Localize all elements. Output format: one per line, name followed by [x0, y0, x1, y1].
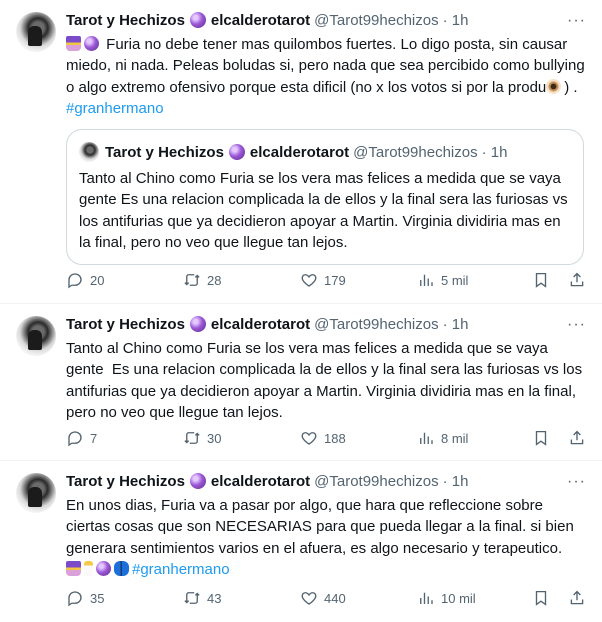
author-name[interactable]: Tarot y Hechizos: [66, 316, 185, 333]
like-count: 179: [324, 272, 346, 288]
crystal-ball-icon: [228, 144, 245, 161]
crystal-ball-icon: [189, 316, 206, 332]
more-options-icon[interactable]: ···: [567, 316, 586, 334]
timestamp[interactable]: · 1h: [443, 12, 469, 29]
author-name[interactable]: Tarot y Hechizos: [66, 12, 185, 29]
repost-button[interactable]: 43: [183, 589, 300, 607]
quoted-timestamp: · 1h: [481, 143, 508, 161]
bookmark-icon[interactable]: [532, 589, 550, 607]
tweet-actions: 20 28 179 5 mil: [66, 270, 586, 290]
reply-icon: [66, 429, 84, 447]
author-handle[interactable]: @Tarot99hechizos: [314, 316, 438, 333]
reply-count: 7: [90, 430, 98, 446]
author-display-name[interactable]: elcalderotarot: [211, 473, 310, 490]
share-icon[interactable]: [568, 271, 586, 289]
avatar[interactable]: [16, 12, 56, 52]
wizard-emoji-icon: [66, 36, 81, 51]
tweet-header: Tarot y Hechizos elcalderotarot @Tarot99…: [66, 471, 586, 491]
like-button[interactable]: 188: [300, 429, 417, 447]
like-button[interactable]: 440: [300, 589, 417, 607]
repost-icon: [183, 429, 201, 447]
wizard-emoji-icon: [66, 560, 81, 576]
reply-icon: [66, 589, 84, 607]
author-display-name[interactable]: elcalderotarot: [211, 12, 310, 29]
reply-icon: [66, 271, 84, 289]
tweet-text: Tanto al Chino como Furia se los vera ma…: [66, 340, 587, 421]
avatar[interactable]: [16, 316, 56, 356]
tweet-text-tail: ) .: [564, 78, 582, 96]
tweet-text-body: Furia no debe tener mas quilombos fuerte…: [66, 36, 589, 96]
crystal-ball-icon: [189, 473, 206, 489]
eye-emoji-icon: [546, 78, 562, 94]
quoted-tweet[interactable]: Tarot y Hechizos elcalderotarot @Tarot99…: [66, 129, 584, 266]
share-icon[interactable]: [568, 589, 586, 607]
views-button[interactable]: 5 mil: [417, 271, 513, 289]
views-count: 8 mil: [441, 430, 469, 446]
tweet-actions: 7 30 188 8 mil: [66, 428, 586, 448]
views-count: 10 mil: [441, 590, 476, 606]
repost-count: 28: [207, 272, 222, 288]
heart-icon: [300, 589, 318, 607]
like-button[interactable]: 179: [300, 271, 417, 289]
quoted-avatar: [79, 142, 99, 163]
tweet-text: Furia no debe tener mas quilombos fuerte…: [66, 34, 586, 119]
views-chart-icon: [417, 429, 435, 447]
tweet-header: Tarot y Hechizos elcalderotarot @Tarot99…: [66, 314, 586, 334]
author-handle[interactable]: @Tarot99hechizos: [314, 12, 438, 29]
heart-icon: [300, 271, 318, 289]
hashtag-link[interactable]: #granhermano: [132, 561, 230, 578]
author-display-name[interactable]: elcalderotarot: [211, 316, 310, 333]
crystal-ball-emoji-icon: [96, 560, 111, 576]
candle-emoji-icon: [84, 560, 93, 576]
reply-button[interactable]: 35: [66, 589, 183, 607]
more-options-icon[interactable]: ···: [567, 12, 586, 30]
more-options-icon[interactable]: ···: [567, 473, 586, 491]
avatar[interactable]: [16, 473, 56, 513]
reply-button[interactable]: 20: [66, 271, 183, 289]
views-button[interactable]: 10 mil: [417, 589, 513, 607]
bookmark-icon[interactable]: [532, 271, 550, 289]
views-chart-icon: [417, 271, 435, 289]
author-name[interactable]: Tarot y Hechizos: [66, 473, 185, 490]
quoted-author-handle: @Tarot99hechizos: [353, 143, 478, 161]
like-count: 188: [324, 430, 346, 446]
crystal-ball-icon: [189, 12, 206, 28]
quoted-tweet-text: Tanto al Chino como Furia se los vera ma…: [79, 170, 568, 252]
like-count: 440: [324, 590, 346, 606]
timestamp[interactable]: · 1h: [443, 316, 469, 333]
tweet-actions: 35 43 440 10 mil: [66, 588, 586, 608]
tweet-text-body: En unos dias, Furia va a pasar por algo,…: [66, 497, 578, 557]
repost-button[interactable]: 28: [183, 271, 300, 289]
author-handle[interactable]: @Tarot99hechizos: [314, 473, 438, 490]
repost-count: 43: [207, 590, 222, 606]
views-count: 5 mil: [441, 272, 469, 288]
quoted-author-display-name: elcalderotarot: [249, 143, 350, 161]
reply-count: 35: [90, 590, 105, 606]
views-button[interactable]: 8 mil: [417, 429, 513, 447]
bookmark-icon[interactable]: [532, 429, 550, 447]
repost-count: 30: [207, 430, 222, 446]
share-icon[interactable]: [568, 429, 586, 447]
reply-button[interactable]: 7: [66, 429, 183, 447]
tweet-header: Tarot y Hechizos elcalderotarot @Tarot99…: [66, 10, 586, 30]
quoted-tweet-header: Tarot y Hechizos elcalderotarot @Tarot99…: [79, 142, 571, 163]
crystal-ball-emoji-icon: [84, 36, 99, 51]
repost-icon: [183, 589, 201, 607]
tweet[interactable]: ··· Tarot y Hechizos elcalderotarot @Tar…: [0, 0, 602, 304]
repost-button[interactable]: 30: [183, 429, 300, 447]
quoted-author-name: Tarot y Hechizos: [105, 143, 224, 161]
reply-count: 20: [90, 272, 105, 288]
tweet-text: En unos dias, Furia va a pasar por algo,…: [66, 495, 586, 580]
views-chart-icon: [417, 589, 435, 607]
repost-icon: [183, 271, 201, 289]
timestamp[interactable]: · 1h: [443, 473, 469, 490]
heart-icon: [300, 429, 318, 447]
hashtag-link[interactable]: #granhermano: [66, 100, 164, 117]
butterfly-emoji-icon: [114, 560, 129, 576]
